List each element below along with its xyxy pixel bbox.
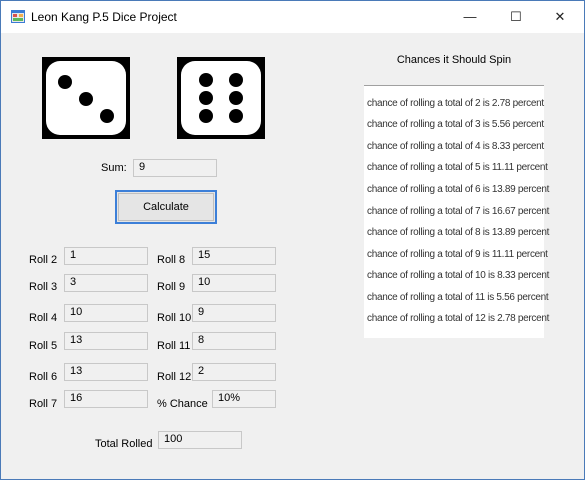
roll-7-field[interactable]: 16 [64,390,148,408]
die-pip [229,109,243,123]
chance-list-item[interactable]: chance of rolling a total of 3 is 5.56 p… [367,119,544,130]
roll-9-field[interactable]: 10 [192,274,276,292]
calculate-button[interactable]: Calculate [115,190,217,224]
roll-5-label: Roll 5 [29,340,58,352]
chance-list-item[interactable]: chance of rolling a total of 6 is 13.89 … [367,184,549,195]
total-rolled-label: Total Rolled [95,438,153,450]
roll-10-field[interactable]: 9 [192,304,276,322]
roll-12-label: Roll 12 [157,371,192,383]
form-client-area: Sum: 9 Calculate Roll 2 1 Roll 3 3 Roll … [1,33,584,479]
chance-list-item[interactable]: chance of rolling a total of 8 is 13.89 … [367,227,549,238]
roll-7-label: Roll 7 [29,398,58,410]
roll-8-field[interactable]: 15 [192,247,276,265]
roll-10-label: Roll 10 [157,312,192,324]
die-two-image [177,57,265,139]
chance-list-item[interactable]: chance of rolling a total of 2 is 2.78 p… [367,98,544,109]
roll-12-field[interactable]: 2 [192,363,276,381]
roll-3-field[interactable]: 3 [64,274,148,292]
die-pip [229,91,243,105]
roll-11-label: Roll 11 [157,340,191,352]
die-pip [100,109,114,123]
minimize-icon: — [463,9,477,24]
chances-listbox[interactable]: chance of rolling a total of 2 is 2.78 p… [364,85,549,338]
sum-label: Sum: [101,162,127,174]
chance-list-item[interactable]: chance of rolling a total of 12 is 2.78 … [367,313,549,324]
app-icon [11,10,25,23]
chance-list-item[interactable]: chance of rolling a total of 10 is 8.33 … [367,270,549,281]
calculate-button-label: Calculate [143,201,189,213]
roll-5-field[interactable]: 13 [64,332,148,350]
die-one-image [42,57,130,139]
percent-chance-field[interactable]: 10% [212,390,276,408]
close-button[interactable]: ✕ [537,1,583,33]
percent-chance-label: % Chance [157,398,208,410]
die-pip [79,92,93,106]
roll-3-label: Roll 3 [29,281,58,293]
total-rolled-field[interactable]: 100 [158,431,242,449]
die-pip [199,91,213,105]
minimize-button[interactable]: — [447,1,493,33]
chance-list-item[interactable]: chance of rolling a total of 7 is 16.67 … [367,206,549,217]
roll-9-label: Roll 9 [157,281,186,293]
chances-heading: Chances it Should Spin [396,54,512,66]
chance-list-item[interactable]: chance of rolling a total of 4 is 8.33 p… [367,141,544,152]
app-window: Leon Kang P.5 Dice Project — ☐ ✕ Sum: 9 … [0,0,585,480]
die-pip [58,75,72,89]
die-pip [229,73,243,87]
chance-list-item[interactable]: chance of rolling a total of 5 is 11.11 … [367,162,548,173]
chance-list-item[interactable]: chance of rolling a total of 11 is 5.56 … [367,292,549,303]
roll-6-label: Roll 6 [29,371,58,383]
title-bar[interactable]: Leon Kang P.5 Dice Project — ☐ ✕ [1,1,584,33]
close-icon: ✕ [554,9,566,24]
roll-4-label: Roll 4 [29,312,58,324]
maximize-button[interactable]: ☐ [493,1,539,33]
sum-field[interactable]: 9 [133,159,217,177]
roll-6-field[interactable]: 13 [64,363,148,381]
roll-4-field[interactable]: 10 [64,304,148,322]
roll-11-field[interactable]: 8 [192,332,276,350]
chance-list-item[interactable]: chance of rolling a total of 9 is 11.11 … [367,249,548,260]
window-title: Leon Kang P.5 Dice Project [31,10,177,24]
roll-2-label: Roll 2 [29,254,58,266]
die-pip [199,73,213,87]
roll-2-field[interactable]: 1 [64,247,148,265]
roll-8-label: Roll 8 [157,254,186,266]
maximize-icon: ☐ [510,9,522,24]
die-pip [199,109,213,123]
